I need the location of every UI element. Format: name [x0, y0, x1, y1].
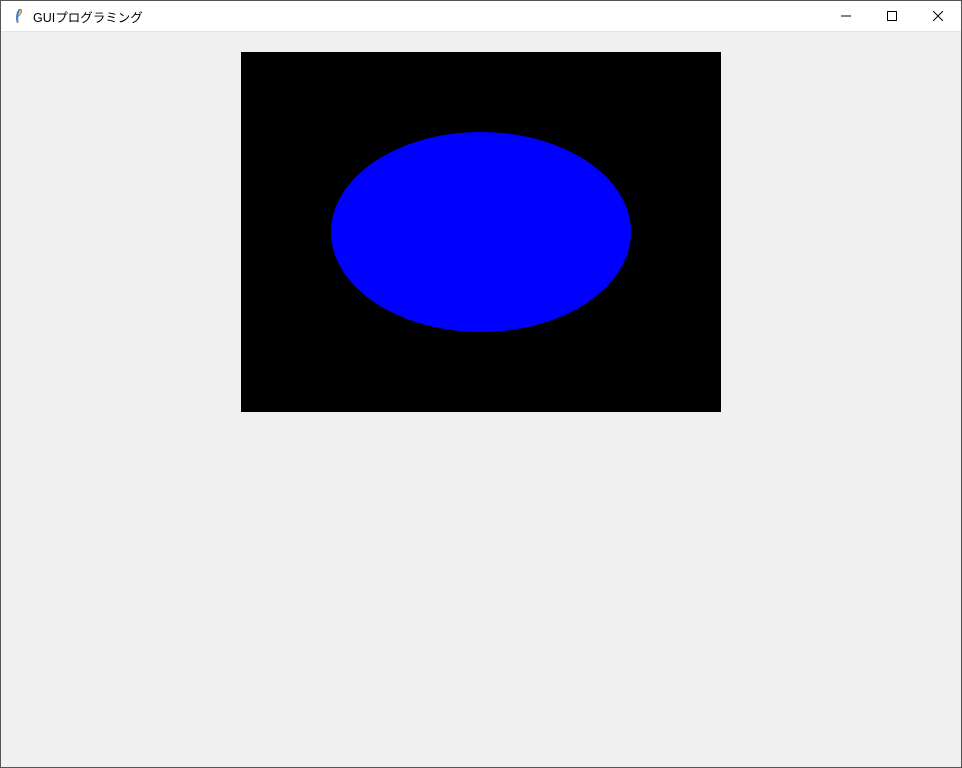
- minimize-button[interactable]: [823, 1, 869, 31]
- close-button[interactable]: [915, 1, 961, 31]
- client-area: [1, 32, 961, 767]
- window-title: GUIプログラミング: [33, 7, 823, 26]
- canvas: [241, 52, 721, 412]
- maximize-button[interactable]: [869, 1, 915, 31]
- window-controls: [823, 1, 961, 31]
- titlebar: GUIプログラミング: [1, 1, 961, 32]
- blue-ellipse: [331, 132, 631, 332]
- tk-feather-icon: [11, 8, 27, 24]
